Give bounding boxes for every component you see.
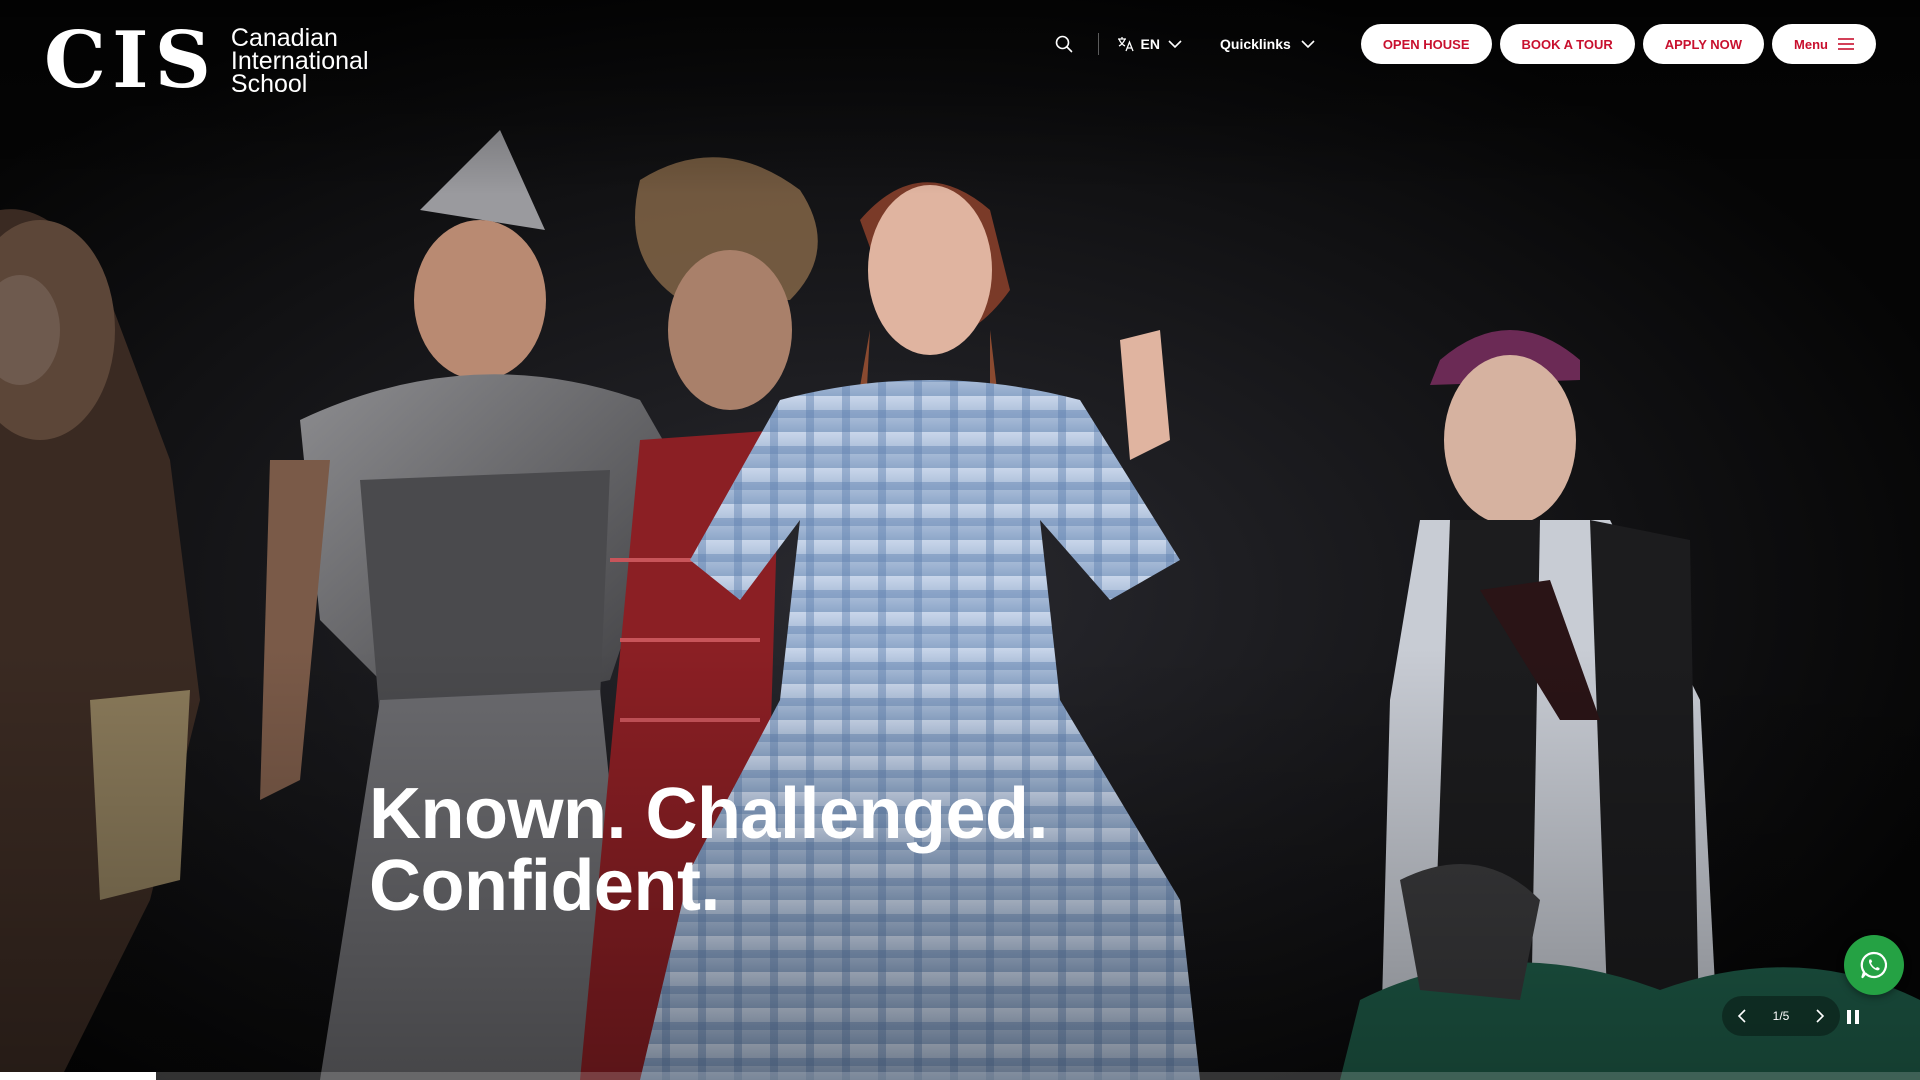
quicklinks-dropdown[interactable]: Quicklinks — [1220, 36, 1315, 52]
translate-icon — [1117, 37, 1134, 52]
chevron-right-icon — [1816, 1009, 1825, 1023]
chevron-down-icon — [1301, 39, 1315, 48]
slider-pause-button[interactable] — [1841, 1005, 1865, 1029]
apply-now-button[interactable]: APPLY NOW — [1642, 24, 1765, 64]
slider-prev-button[interactable] — [1730, 1004, 1754, 1028]
chevron-left-icon — [1737, 1009, 1746, 1023]
quicklinks-label: Quicklinks — [1220, 36, 1291, 52]
hamburger-icon — [1838, 38, 1854, 50]
pause-icon — [1847, 1010, 1859, 1024]
slide-counter: 1/5 — [1772, 1009, 1790, 1023]
logo-line-3: School — [230, 69, 308, 98]
menu-button[interactable]: Menu — [1772, 24, 1876, 64]
hero-headline: Known. Challenged. Confident. — [369, 774, 1049, 926]
search-icon — [1055, 35, 1072, 53]
book-a-tour-button[interactable]: BOOK A TOUR — [1499, 24, 1635, 64]
nav-divider — [1097, 33, 1099, 55]
hero-section: CIS Canadian International School EN Qui… — [0, 0, 1920, 1080]
menu-label: Menu — [1794, 36, 1828, 52]
header-nav: EN Quicklinks OPEN HOUSE BOOK A TOUR APP… — [1044, 24, 1876, 64]
search-button[interactable] — [1044, 24, 1084, 64]
chevron-down-icon — [1168, 39, 1182, 48]
site-header: CIS Canadian International School EN Qui… — [0, 0, 1920, 110]
slide-progress-bar — [0, 1072, 1920, 1080]
slider-controls: 1/5 — [1722, 996, 1840, 1036]
language-label: EN — [1140, 36, 1160, 52]
headline-line-1: Known. Challenged. — [369, 774, 1049, 854]
open-house-button[interactable]: OPEN HOUSE — [1360, 24, 1492, 64]
slider-next-button[interactable] — [1808, 1004, 1832, 1028]
language-selector[interactable]: EN — [1117, 36, 1182, 52]
site-logo[interactable]: CIS Canadian International School — [44, 22, 369, 100]
slide-progress-fill — [0, 1072, 156, 1080]
headline-line-2: Confident. — [369, 846, 720, 926]
whatsapp-icon — [1860, 951, 1888, 979]
whatsapp-button[interactable] — [1844, 935, 1904, 995]
logo-wordmark: Canadian International School — [230, 25, 369, 98]
logo-mark: CIS — [44, 15, 217, 106]
